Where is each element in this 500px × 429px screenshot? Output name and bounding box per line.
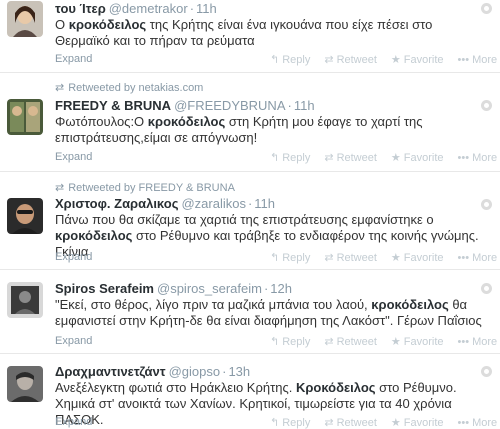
more-icon: ••• [457, 152, 470, 164]
favorite-button[interactable]: ★ Favorite [391, 417, 444, 429]
star-icon: ★ [390, 252, 401, 264]
tweet-header: Χριστοφ. Ζαραλικος @zaralikos · 11h [55, 196, 276, 211]
tweet-fullname[interactable]: Spiros Serafeim [55, 281, 154, 296]
more-icon: ••• [457, 54, 470, 66]
tweet-actions: ↰ Reply ⇄ Retweet ★ Favorite ••• More [270, 335, 500, 348]
star-icon: ★ [390, 152, 401, 164]
expand-link[interactable]: Expand [55, 53, 92, 65]
star-icon: ★ [390, 54, 401, 66]
more-button[interactable]: ••• More [458, 417, 498, 429]
tweet-4: Δραχμαντινετζάντ @giopso · 13h Ανεξέλεγκτη … [0, 354, 500, 429]
reply-button[interactable]: ↰ Reply [270, 152, 310, 164]
gear-icon[interactable] [481, 199, 492, 210]
more-button[interactable]: ••• More [458, 252, 498, 264]
reply-button[interactable]: ↰ Reply [270, 252, 310, 264]
tweet-fullname[interactable]: FREEDY & BRUNA [55, 98, 171, 113]
tweet-actions: ↰ Reply ⇄ Retweet ★ Favorite ••• More [270, 151, 500, 164]
tweet-0: του Ίτερ @demetrakor · 11h Ο κροκόδειλος τη… [0, 0, 500, 73]
retweet-icon: ⇄ [324, 417, 334, 429]
tweet-actions: ↰ Reply ⇄ Retweet ★ Favorite ••• More [270, 416, 500, 429]
favorite-button[interactable]: ★ Favorite [391, 336, 444, 348]
more-button[interactable]: ••• More [458, 336, 498, 348]
tweet-actions: ↰ Reply ⇄ Retweet ★ Favorite ••• More [270, 251, 500, 264]
tweet-header: FREEDY & BRUNA @FREEDYBRUNA · 11h [55, 98, 315, 113]
tweet-header: Δραχμαντινετζάντ @giopso · 13h [55, 364, 251, 379]
favorite-button[interactable]: ★ Favorite [391, 152, 444, 164]
reply-button[interactable]: ↰ Reply [270, 336, 310, 348]
reply-icon: ↰ [270, 336, 280, 348]
retweet-icon: ⇄ [324, 252, 334, 264]
tweet-2: ⇄ Retweeted by FREEDY & BRUNA Χριστοφ. Ζα… [0, 172, 500, 270]
retweet-icon: ⇄ [324, 152, 334, 164]
retweet-icon: ⇄ [55, 182, 65, 194]
retweet-button[interactable]: ⇄ Retweet [324, 152, 377, 164]
reply-icon: ↰ [270, 252, 280, 264]
tweet-username[interactable]: @zaralikos [181, 196, 246, 211]
avatar[interactable] [7, 282, 43, 318]
avatar[interactable] [7, 99, 43, 135]
tweet-3: Spiros Serafeim @spiros_serafeim · 12h "Εκε… [0, 270, 500, 354]
tweet-fullname[interactable]: του Ίτερ [55, 1, 106, 16]
reply-button[interactable]: ↰ Reply [270, 54, 310, 66]
star-icon: ★ [390, 336, 401, 348]
gear-icon[interactable] [481, 366, 492, 377]
favorite-button[interactable]: ★ Favorite [391, 252, 444, 264]
more-icon: ••• [457, 336, 470, 348]
avatar[interactable] [7, 366, 43, 402]
tweet-time[interactable]: 13h [228, 364, 250, 379]
retweet-button[interactable]: ⇄ Retweet [324, 417, 377, 429]
more-button[interactable]: ••• More [458, 54, 498, 66]
tweet-username[interactable]: @giopso [169, 364, 221, 379]
tweet-text: Φωτόπουλος:Ο κροκόδειλος στη Κρήτη μου έ… [55, 114, 423, 145]
avatar[interactable] [7, 1, 43, 37]
gear-icon[interactable] [481, 3, 492, 14]
retweet-button[interactable]: ⇄ Retweet [324, 54, 377, 66]
tweet-username[interactable]: @demetrakor [109, 1, 188, 16]
reply-icon: ↰ [270, 54, 280, 66]
more-icon: ••• [457, 417, 470, 429]
tweet-time[interactable]: 11h [294, 98, 315, 113]
reply-icon: ↰ [270, 417, 280, 429]
tweet-fullname[interactable]: Δραχμαντινετζάντ [55, 364, 166, 379]
tweet-time[interactable]: 11h [254, 196, 275, 211]
reply-button[interactable]: ↰ Reply [270, 417, 310, 429]
tweet-text: "Εκεί, στο θέρος, λίγο πριν τα μαζικά μπ… [55, 297, 482, 328]
tweet-actions: ↰ Reply ⇄ Retweet ★ Favorite ••• More [270, 53, 500, 66]
expand-link[interactable]: Expand [55, 335, 92, 347]
tweet-fullname[interactable]: Χριστοφ. Ζαραλικος [55, 196, 178, 211]
retweeted-by-note: ⇄ Retweeted by FREEDY & BRUNA [55, 182, 235, 194]
tweet-header: του Ίτερ @demetrakor · 11h [55, 1, 217, 16]
expand-link[interactable]: Expand [55, 251, 92, 263]
retweeted-by-note: ⇄ Retweeted by netakias.com [55, 82, 204, 94]
retweet-icon: ⇄ [324, 336, 334, 348]
favorite-button[interactable]: ★ Favorite [391, 54, 444, 66]
tweet-time[interactable]: 11h [196, 1, 217, 16]
more-button[interactable]: ••• More [458, 152, 498, 164]
gear-icon[interactable] [481, 100, 492, 111]
tweet-time[interactable]: 12h [270, 281, 292, 296]
tweet-username[interactable]: @FREEDYBRUNA [174, 98, 285, 113]
tweet-username[interactable]: @spiros_serafeim [157, 281, 262, 296]
avatar[interactable] [7, 198, 43, 234]
retweet-button[interactable]: ⇄ Retweet [324, 336, 377, 348]
retweet-icon: ⇄ [55, 82, 65, 94]
gear-icon[interactable] [481, 283, 492, 294]
reply-icon: ↰ [270, 152, 280, 164]
tweet-text: Ο κροκόδειλος της Κρήτης είναι ένα ιγκου… [55, 17, 433, 48]
expand-link[interactable]: Expand [55, 416, 92, 428]
star-icon: ★ [390, 417, 401, 429]
retweet-button[interactable]: ⇄ Retweet [324, 252, 377, 264]
expand-link[interactable]: Expand [55, 151, 92, 163]
retweet-icon: ⇄ [324, 54, 334, 66]
tweet-header: Spiros Serafeim @spiros_serafeim · 12h [55, 281, 292, 296]
more-icon: ••• [457, 252, 470, 264]
tweet-1: ⇄ Retweeted by netakias.com FREEDY & BRUN… [0, 73, 500, 172]
